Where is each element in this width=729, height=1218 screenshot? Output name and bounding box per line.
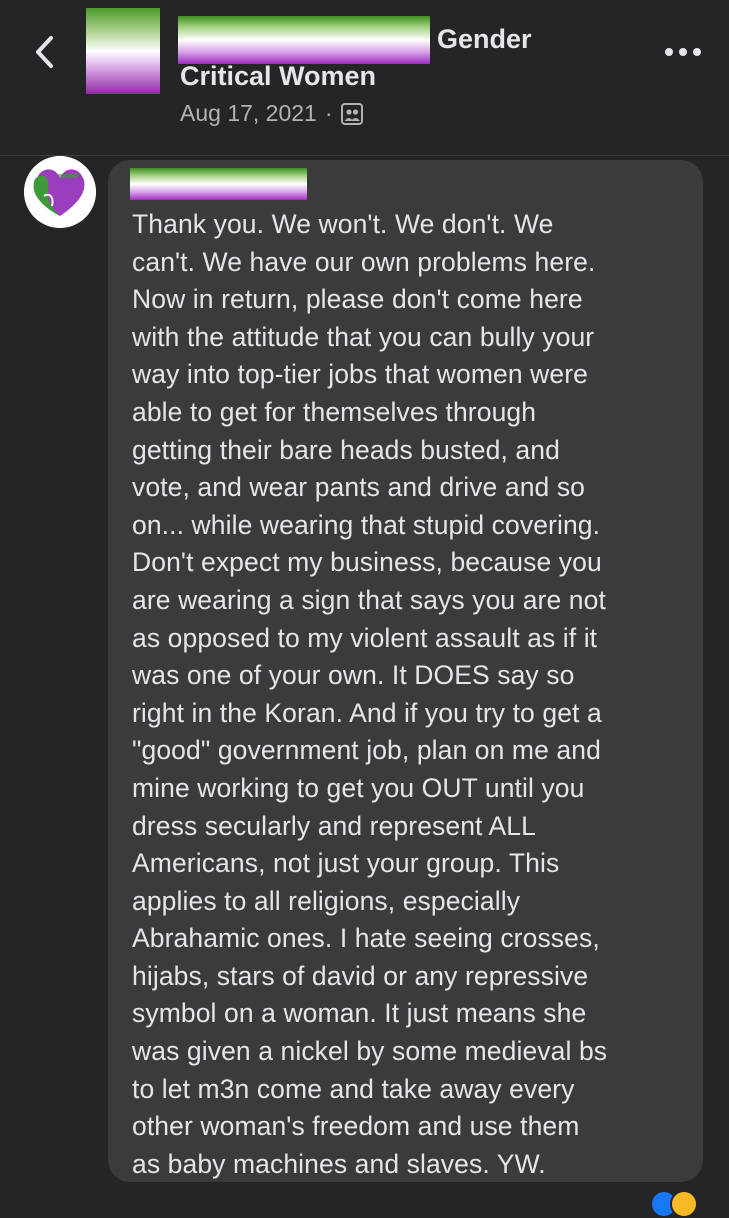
post-meta: Aug 17, 2021 · — [180, 100, 363, 127]
comment-text: Thank you. We won't. We don't. We can't.… — [132, 209, 608, 1179]
redacted-group-name — [178, 16, 430, 64]
group-name-suffix[interactable]: Gender — [437, 24, 532, 55]
back-button[interactable] — [26, 30, 62, 74]
group-logo-avatar — [24, 156, 96, 228]
meta-separator: · — [324, 100, 333, 126]
more-dots-icon — [665, 48, 701, 56]
more-options-button[interactable] — [660, 38, 706, 66]
reaction-icons[interactable] — [650, 1190, 710, 1218]
post-date[interactable]: Aug 17, 2021 — [180, 100, 317, 127]
redacted-commenter-name — [130, 168, 307, 200]
chevron-left-icon — [36, 36, 53, 68]
group-thumbnail[interactable] — [86, 8, 160, 94]
post-header: Gender Critical Women Aug 17, 2021 · — [0, 0, 729, 156]
group-members-icon — [340, 102, 363, 125]
group-name-line2[interactable]: Critical Women — [180, 61, 376, 92]
care-reaction-icon — [670, 1190, 698, 1218]
comment-bubble[interactable]: Thank you. We won't. We don't. We can't.… — [108, 160, 703, 1182]
commenter-avatar[interactable] — [24, 156, 96, 228]
